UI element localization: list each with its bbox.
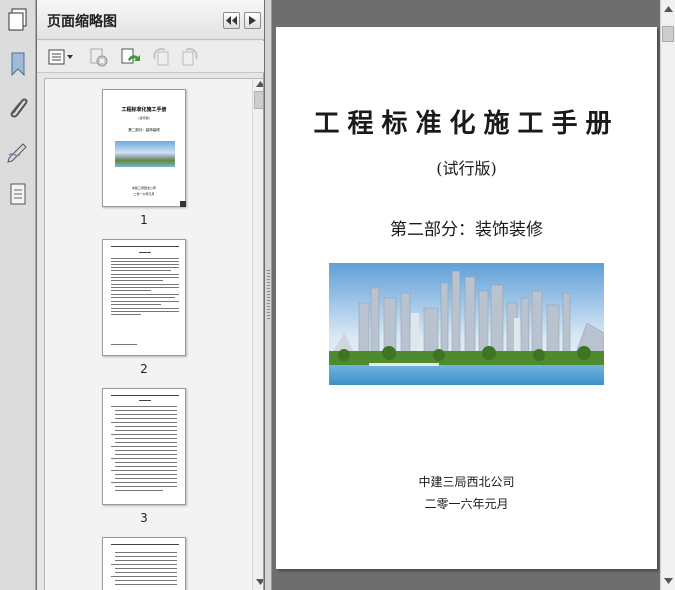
scroll-down-icon[interactable] [256,579,263,585]
document-title: 工程标准化施工手册 [313,109,620,139]
thumbnail-cover-date: 二零一六年元月 [133,192,155,196]
pages-icon[interactable] [4,6,32,34]
insert-page-icon [121,48,140,64]
document-view: 工程标准化施工手册 (试行版) 第二部分：装饰装修 中建三局西北公司 二零一六年… [273,0,659,590]
rotate-right-icon [182,48,198,66]
options-menu-icon [48,49,73,65]
document-scrollbar[interactable] [660,0,675,590]
rotate-right-button[interactable] [179,47,201,67]
thumbnail-page-label: 1 [140,213,148,227]
delete-page-button[interactable] [87,47,109,67]
scroll-down-icon[interactable] [664,578,673,584]
thumbnail-toolbar [37,41,264,73]
thumbnail-cover-company: 中建三局西北公司 [131,186,156,190]
thumbnail-scrollbar[interactable] [252,79,263,590]
document-edition: (试行版) [436,159,497,178]
options-menu-button[interactable] [48,47,74,67]
thumbnail-page-label: 3 [140,511,148,525]
splitter-grip[interactable] [267,270,270,320]
panel-splitter[interactable] [265,0,272,590]
thumbnail-page-1[interactable]: 工程标准化施工手册 (试行版) 第二部分：装饰装修 中建三局西北公司 二零一六年… [102,89,186,207]
thumbnail-page-3[interactable] [102,388,186,505]
resize-handle[interactable] [180,201,186,207]
layers-icon[interactable] [4,180,32,208]
thumbnail-cover-image [115,141,175,167]
document-page: 工程标准化施工手册 (试行版) 第二部分：装饰装修 中建三局西北公司 二零一六年… [276,27,657,569]
thumbnail-panel: 页面缩略图 工程标准化施工手册 (试行版) 第二部分：装饰装修 中建三局西北公司… [37,0,264,590]
delete-page-icon [90,48,108,67]
signature-icon[interactable] [4,138,32,166]
thumbnail-page-4[interactable] [102,537,186,590]
thumbnail-cover-part: 第二部分：装饰装修 [128,128,160,132]
navigation-rail [0,0,36,590]
right-arrow-icon [249,16,256,25]
thumbnail-page-label: 2 [140,362,148,376]
thumbnail-cover-edition: (试行版) [138,116,150,120]
rotate-left-icon [153,48,169,66]
document-part: 第二部分：装饰装修 [390,220,543,240]
thumbnail-scroll-thumb[interactable] [254,91,263,109]
collapse-panel-button[interactable] [223,12,240,29]
rotate-left-button[interactable] [150,47,172,67]
document-company: 中建三局西北公司 [418,475,515,489]
panel-header: 页面缩略图 [37,0,264,40]
scroll-up-icon[interactable] [664,6,673,12]
document-scroll-thumb[interactable] [662,26,674,42]
panel-title: 页面缩略图 [47,14,117,30]
thumbnail-page-2[interactable] [102,239,186,356]
thumbnail-cover-title: 工程标准化施工手册 [121,107,167,113]
city-skyline-image [329,263,604,385]
panel-menu-button[interactable] [244,12,261,29]
insert-page-button[interactable] [119,47,141,67]
thumbnail-list[interactable]: 工程标准化施工手册 (试行版) 第二部分：装饰装修 中建三局西北公司 二零一六年… [44,78,263,590]
bookmark-icon[interactable] [4,50,32,78]
double-left-arrow-icon [226,16,237,25]
scroll-up-icon[interactable] [256,81,263,87]
document-date: 二零一六年元月 [424,497,509,511]
attachment-icon[interactable] [4,93,32,121]
